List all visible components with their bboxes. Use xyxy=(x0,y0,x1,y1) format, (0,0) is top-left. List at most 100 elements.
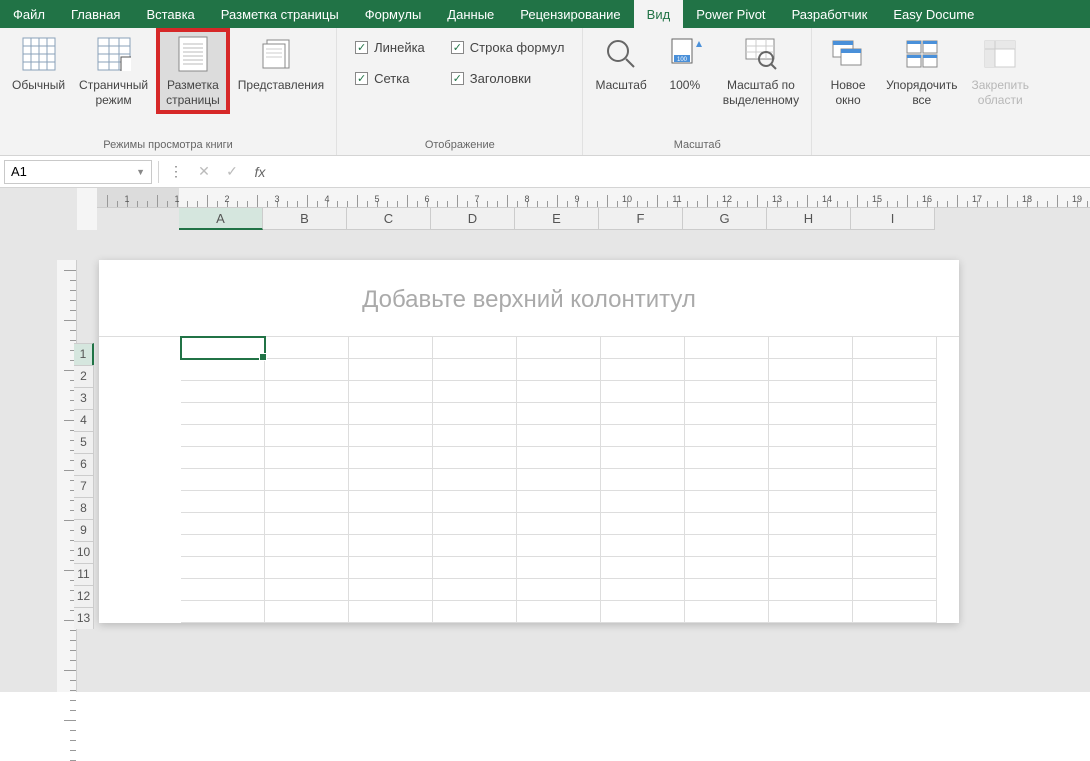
cell[interactable] xyxy=(433,535,517,557)
cell[interactable] xyxy=(601,381,685,403)
cell[interactable] xyxy=(517,403,601,425)
zoom-button[interactable]: Масштаб xyxy=(589,30,652,95)
cell[interactable] xyxy=(601,469,685,491)
cell[interactable] xyxy=(181,491,265,513)
checkbox-gridlines[interactable]: ✓ Сетка xyxy=(349,67,431,90)
cell[interactable] xyxy=(433,403,517,425)
cell[interactable] xyxy=(853,557,937,579)
cell[interactable] xyxy=(685,513,769,535)
cell[interactable] xyxy=(853,469,937,491)
checkbox-ruler[interactable]: ✓ Линейка xyxy=(349,36,431,59)
cell[interactable] xyxy=(181,513,265,535)
cell[interactable] xyxy=(601,337,685,359)
cell[interactable] xyxy=(601,447,685,469)
cell[interactable] xyxy=(181,579,265,601)
cell[interactable] xyxy=(349,535,433,557)
tab-page-layout[interactable]: Разметка страницы xyxy=(208,0,352,28)
custom-views-button[interactable]: Представления xyxy=(232,30,330,95)
tab-insert[interactable]: Вставка xyxy=(133,0,207,28)
column-header[interactable]: C xyxy=(347,208,431,230)
cell[interactable] xyxy=(433,381,517,403)
cell[interactable] xyxy=(853,491,937,513)
cell[interactable] xyxy=(433,447,517,469)
row-header[interactable]: 6 xyxy=(74,453,94,475)
zoom-100-button[interactable]: 100 100% xyxy=(655,30,715,95)
cell[interactable] xyxy=(517,491,601,513)
cell[interactable] xyxy=(769,491,853,513)
cell[interactable] xyxy=(769,359,853,381)
cell[interactable] xyxy=(685,425,769,447)
cell[interactable] xyxy=(685,557,769,579)
row-header[interactable]: 9 xyxy=(74,519,94,541)
cell[interactable] xyxy=(265,491,349,513)
tab-easy-doc[interactable]: Easy Docume xyxy=(880,0,987,28)
column-header[interactable]: D xyxy=(431,208,515,230)
cell[interactable] xyxy=(265,579,349,601)
normal-view-button[interactable]: Обычный xyxy=(6,30,71,95)
cell[interactable] xyxy=(349,337,433,359)
column-header[interactable]: H xyxy=(767,208,851,230)
cell[interactable] xyxy=(181,381,265,403)
cell[interactable] xyxy=(265,447,349,469)
cell[interactable] xyxy=(853,447,937,469)
cell[interactable] xyxy=(433,601,517,623)
cell[interactable] xyxy=(769,579,853,601)
cell[interactable] xyxy=(433,337,517,359)
row-header[interactable]: 12 xyxy=(74,585,94,607)
confirm-icon[interactable]: ✓ xyxy=(221,161,243,183)
cell[interactable] xyxy=(349,381,433,403)
cell[interactable] xyxy=(685,359,769,381)
cell[interactable] xyxy=(517,447,601,469)
cell[interactable] xyxy=(769,513,853,535)
row-header[interactable]: 1 xyxy=(74,343,94,365)
column-header[interactable]: G xyxy=(683,208,767,230)
cell[interactable] xyxy=(349,579,433,601)
cell[interactable] xyxy=(181,557,265,579)
horizontal-ruler[interactable]: 112345678910111213141516171819 xyxy=(97,188,1090,208)
cell[interactable] xyxy=(853,425,937,447)
tab-file[interactable]: Файл xyxy=(0,0,58,28)
formula-input[interactable] xyxy=(277,161,1086,183)
cell[interactable] xyxy=(853,579,937,601)
cell[interactable] xyxy=(601,403,685,425)
cell[interactable] xyxy=(265,469,349,491)
cell[interactable] xyxy=(181,425,265,447)
tab-formulas[interactable]: Формулы xyxy=(352,0,435,28)
cell[interactable] xyxy=(853,513,937,535)
column-header[interactable]: I xyxy=(851,208,935,230)
cell[interactable] xyxy=(349,403,433,425)
cell[interactable] xyxy=(433,469,517,491)
page-layout-view-button[interactable]: Разметка страницы xyxy=(156,28,230,114)
cell[interactable] xyxy=(769,403,853,425)
page-break-view-button[interactable]: Страничный режим xyxy=(73,30,154,110)
name-box[interactable]: A1 ▼ xyxy=(4,160,152,184)
cell[interactable] xyxy=(349,447,433,469)
cell[interactable] xyxy=(181,469,265,491)
cell[interactable] xyxy=(349,601,433,623)
cell[interactable] xyxy=(685,491,769,513)
cell[interactable] xyxy=(349,557,433,579)
cell[interactable] xyxy=(769,447,853,469)
cell[interactable] xyxy=(517,535,601,557)
cell[interactable] xyxy=(853,381,937,403)
cell[interactable] xyxy=(853,403,937,425)
row-header[interactable]: 4 xyxy=(74,409,94,431)
tab-power-pivot[interactable]: Power Pivot xyxy=(683,0,778,28)
cell[interactable] xyxy=(517,381,601,403)
row-header[interactable]: 2 xyxy=(74,365,94,387)
cell[interactable] xyxy=(517,557,601,579)
cell[interactable] xyxy=(685,403,769,425)
row-header[interactable]: 5 xyxy=(74,431,94,453)
cell[interactable] xyxy=(433,579,517,601)
freeze-panes-button[interactable]: Закрепить области xyxy=(965,30,1034,110)
row-header[interactable]: 13 xyxy=(74,607,94,629)
cell[interactable] xyxy=(685,535,769,557)
cell[interactable] xyxy=(853,337,937,359)
row-header[interactable]: 10 xyxy=(74,541,94,563)
cell[interactable] xyxy=(769,601,853,623)
cell[interactable] xyxy=(517,579,601,601)
new-window-button[interactable]: Новое окно xyxy=(818,30,878,110)
cell[interactable] xyxy=(685,601,769,623)
tab-view[interactable]: Вид xyxy=(634,0,684,28)
cell[interactable] xyxy=(853,601,937,623)
